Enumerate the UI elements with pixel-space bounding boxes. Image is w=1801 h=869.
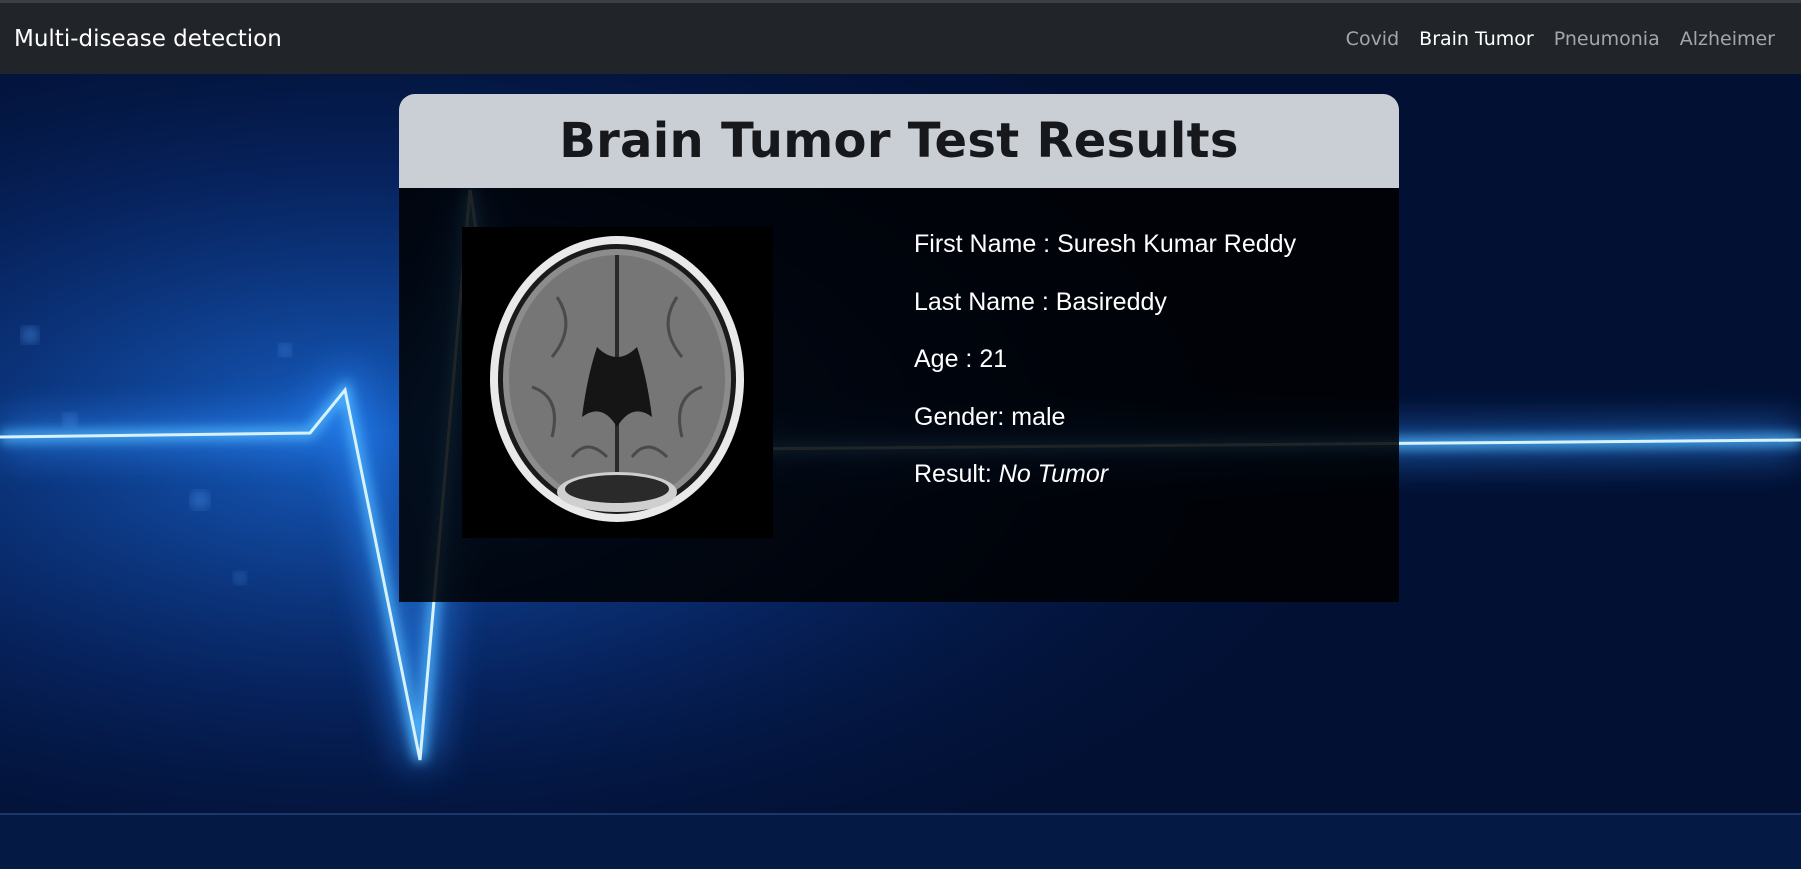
patient-info: First Name : Suresh Kumar Reddy Last Nam…	[914, 226, 1296, 514]
nav-link-alzheimer[interactable]: Alzheimer	[1680, 28, 1775, 50]
nav-link-pneumonia[interactable]: Pneumonia	[1554, 28, 1660, 50]
results-card-header: Brain Tumor Test Results	[399, 94, 1399, 188]
results-card-body: First Name : Suresh Kumar Reddy Last Nam…	[399, 188, 1399, 602]
last-name-text: Last Name : Basireddy	[914, 287, 1167, 316]
brand-link[interactable]: Multi-disease detection	[14, 26, 282, 52]
first-name-text: First Name : Suresh Kumar Reddy	[914, 230, 1297, 258]
page-title: Brain Tumor Test Results	[559, 113, 1239, 169]
result-text: Result: No Tumor	[914, 456, 1296, 514]
footer-bar	[0, 813, 1801, 869]
nav-link-brain-tumor[interactable]: Brain Tumor	[1419, 28, 1534, 50]
brain-mri-image	[462, 227, 773, 538]
result-label: Result:	[914, 460, 999, 488]
result-value: No Tumor	[998, 460, 1109, 488]
age-text: Age : 21	[914, 345, 1008, 373]
results-card: Brain Tumor Test Results First Name : Su…	[399, 94, 1399, 602]
nav-link-covid[interactable]: Covid	[1346, 28, 1399, 50]
top-navbar: Multi-disease detection Covid Brain Tumo…	[0, 0, 1801, 74]
nav-links: Covid Brain Tumor Pneumonia Alzheimer	[1346, 28, 1775, 50]
gender-text: Gender: male	[914, 402, 1066, 431]
